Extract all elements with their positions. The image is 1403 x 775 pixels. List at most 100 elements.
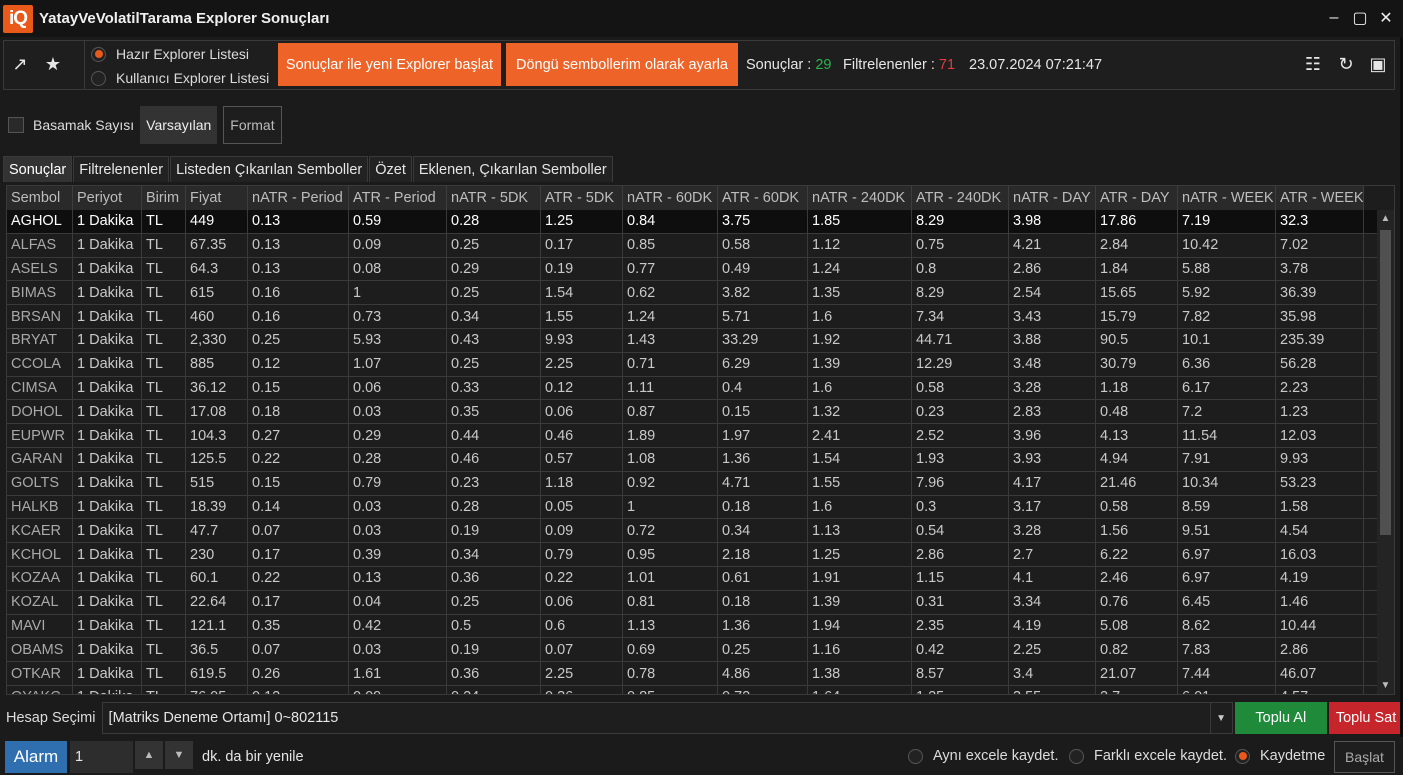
table-row[interactable]: OYAKC1 DakikaTL76.050.120.090.240.360.85… <box>7 685 1377 694</box>
table-row[interactable]: DOHOL 1 Dakika TL 17.08 0.18 0.03 0.35 0.06 0.87… <box>7 400 1377 425</box>
column-header[interactable]: Periyot <box>73 186 142 210</box>
radio-unselected-icon[interactable] <box>91 70 106 86</box>
results-grid: Sembol Periyot Birim Fiyat nATR - Period ATR … <box>6 185 1395 695</box>
radio-different-excel[interactable]: Farklı excele kaydet. <box>1069 748 1227 764</box>
column-header[interactable]: nATR - 5DK <box>447 186 541 210</box>
sell-all-button[interactable]: Toplu Sat <box>1329 702 1403 734</box>
table-row[interactable]: OTKAR 1 Dakika TL 619.5 0.26 1.61 0.36 2.25 0.78… <box>7 662 1377 686</box>
table-row[interactable]: ALFAS 1 Dakika TL 67.35 0.13 0.09 0.25 0.17 0.85… <box>7 233 1377 258</box>
table-cell: 1 Dakika <box>73 281 142 305</box>
column-header[interactable]: nATR - DAY <box>1009 186 1096 210</box>
star-icon[interactable]: ★ <box>41 52 65 76</box>
radio-unselected-icon[interactable] <box>1069 748 1084 764</box>
filtered-count: Filtrelenenler : 71 <box>843 57 956 73</box>
tab-results[interactable]: Sonuçlar <box>3 156 73 182</box>
radio-unselected-icon[interactable] <box>908 748 923 764</box>
table-cell: 0.34 <box>718 519 808 543</box>
table-row[interactable]: OBAMS 1 Dakika TL 36.5 0.07 0.03 0.19 0.07 0.69 0… <box>7 638 1377 663</box>
table-row[interactable]: EUPWR 1 Dakika TL 104.3 0.27 0.29 0.44 0.46 1.89… <box>7 424 1377 448</box>
start-button[interactable]: Başlat <box>1334 741 1395 773</box>
scroll-thumb[interactable] <box>1380 230 1391 535</box>
column-header[interactable]: nATR - 240DK <box>808 186 912 210</box>
table-cell: 0.17 <box>541 233 623 257</box>
column-header[interactable]: Birim <box>142 186 186 210</box>
table-cell: 0.03 <box>349 495 447 519</box>
table-cell: 0.03 <box>349 400 447 424</box>
column-header[interactable]: ATR - 240DK <box>912 186 1009 210</box>
table-row[interactable]: AGHOL 1 Dakika TL 449 0.13 0.59 0.28 1.25 0.84 3.… <box>7 210 1377 234</box>
table-cell: 0.73 <box>349 305 447 328</box>
radio-user-list[interactable]: Kullanıcı Explorer Listesi <box>91 67 269 89</box>
column-header[interactable]: Fiyat <box>186 186 248 210</box>
scroll-down-icon[interactable]: ▼ <box>1377 677 1394 694</box>
table-cell: 17.08 <box>186 400 248 424</box>
table-row[interactable]: GARAN 1 Dakika TL 125.5 0.22 0.28 0.46 0.57 1.08… <box>7 447 1377 472</box>
table-cell: 0.35 <box>447 400 541 424</box>
table-cell: 0.12 <box>541 376 623 400</box>
radio-selected-icon[interactable] <box>91 46 106 62</box>
table-row[interactable]: CIMSA 1 Dakika TL 36.12 0.15 0.06 0.33 0.12 1.11… <box>7 376 1377 401</box>
column-header[interactable]: Sembol <box>7 186 73 210</box>
close-icon[interactable]: ✕ <box>1373 5 1399 31</box>
table-row[interactable]: MAVI 1 Dakika TL 121.1 0.35 0.42 0.5 0.6 1.13 1.3… <box>7 614 1377 639</box>
export-icon[interactable]: ↗ <box>8 52 32 76</box>
table-row[interactable]: BIMAS 1 Dakika TL 615 0.16 1 0.25 1.54 0.62 3.82 1… <box>7 281 1377 306</box>
column-header[interactable]: ATR - 60DK <box>718 186 808 210</box>
table-row[interactable]: BRYAT 1 Dakika TL 2,330 0.25 5.93 0.43 9.93 1.43… <box>7 328 1377 353</box>
table-cell: 1 Dakika <box>73 566 142 590</box>
default-button[interactable]: Varsayılan <box>140 106 218 144</box>
radio-ready-list[interactable]: Hazır Explorer Listesi <box>91 43 269 65</box>
table-cell: 515 <box>186 471 248 495</box>
table-cell: 0.25 <box>447 233 541 257</box>
table-row[interactable]: CCOLA 1 Dakika TL 885 0.12 1.07 0.25 2.25 0.71 6.… <box>7 352 1377 377</box>
minimize-icon[interactable]: ‒ <box>1321 5 1347 31</box>
tab-filtered[interactable]: Filtrelenenler <box>73 156 170 182</box>
table-row[interactable]: KOZAA 1 Dakika TL 60.1 0.22 0.13 0.36 0.22 1.01 0… <box>7 566 1377 591</box>
decimal-checkbox[interactable] <box>8 117 24 133</box>
column-header[interactable]: ATR - DAY <box>1096 186 1178 210</box>
table-cell: 60.1 <box>186 566 248 590</box>
tab-removed-symbols[interactable]: Listeden Çıkarılan Semboller <box>170 156 369 182</box>
format-button[interactable]: Format <box>223 106 282 144</box>
column-header[interactable]: nATR - 60DK <box>623 186 718 210</box>
table-cell: 2.35 <box>912 614 1009 638</box>
table-row[interactable]: KOZAL 1 Dakika TL 22.64 0.17 0.04 0.25 0.06 0.81… <box>7 590 1377 615</box>
format-bar: Basamak Sayısı Varsayılan Format <box>8 106 282 144</box>
toolbar: ↗ ★ Hazır Explorer Listesi Kullanıcı Exp… <box>3 40 1395 90</box>
table-cell: 10.1 <box>1178 328 1276 352</box>
tab-added-removed-symbols[interactable]: Eklenen, Çıkarılan Semboller <box>412 156 613 182</box>
table-row[interactable]: ASELS 1 Dakika TL 64.3 0.13 0.08 0.29 0.19 0.77 0… <box>7 257 1377 282</box>
column-header[interactable]: ATR - WEEK <box>1276 186 1364 210</box>
tab-summary[interactable]: Özet <box>369 156 412 182</box>
refresh-icon[interactable]: ↻ <box>1334 52 1358 76</box>
column-header[interactable]: ATR - Period <box>349 186 447 210</box>
maximize-icon[interactable]: ▢ <box>1347 5 1373 31</box>
radio-selected-icon[interactable] <box>1235 748 1250 764</box>
radio-same-excel[interactable]: Aynı excele kaydet. <box>908 748 1058 764</box>
interval-input[interactable]: 1 <box>70 741 133 773</box>
scroll-up-icon[interactable]: ▲ <box>1377 210 1394 227</box>
loop-symbols-button[interactable]: Döngü sembollerim olarak ayarla <box>506 43 738 86</box>
alarm-button[interactable]: Alarm <box>5 741 67 773</box>
buy-all-button[interactable]: Toplu Al <box>1234 702 1328 734</box>
radio-no-save[interactable]: Kaydetme <box>1235 748 1325 764</box>
table-cell: 0.04 <box>349 590 447 614</box>
table-row[interactable]: KCAER 1 Dakika TL 47.7 0.07 0.03 0.19 0.09 0.72 0… <box>7 519 1377 544</box>
table-row[interactable]: HALKB 1 Dakika TL 18.39 0.14 0.03 0.28 0.05 1 0.1… <box>7 495 1377 520</box>
chevron-down-icon[interactable]: ▼ <box>1209 703 1232 733</box>
table-cell: 4.13 <box>1096 424 1178 447</box>
increment-icon[interactable]: ▲ <box>135 741 163 769</box>
vertical-scrollbar[interactable]: ▲ ▼ <box>1377 210 1394 694</box>
decrement-icon[interactable]: ▼ <box>165 741 193 769</box>
table-row[interactable]: KCHOL 1 Dakika TL 230 0.17 0.39 0.34 0.79 0.95 2.… <box>7 543 1377 567</box>
column-header[interactable]: nATR - WEEK <box>1178 186 1276 210</box>
table-row[interactable]: BRSAN 1 Dakika TL 460 0.16 0.73 0.34 1.55 1.24 5.… <box>7 305 1377 329</box>
calculator-icon[interactable]: ☷ <box>1301 52 1325 76</box>
column-header[interactable]: ATR - 5DK <box>541 186 623 210</box>
column-header[interactable]: nATR - Period <box>248 186 349 210</box>
table-row[interactable]: GOLTS 1 Dakika TL 515 0.15 0.79 0.23 1.18 0.92 4.… <box>7 471 1377 496</box>
save-icon[interactable]: ▣ <box>1366 52 1390 76</box>
table-cell: 0.46 <box>447 447 541 471</box>
new-explorer-button[interactable]: Sonuçlar ile yeni Explorer başlat <box>278 43 501 86</box>
account-select[interactable]: [Matriks Deneme Ortamı] 0~802115 ▼ <box>101 702 1233 734</box>
